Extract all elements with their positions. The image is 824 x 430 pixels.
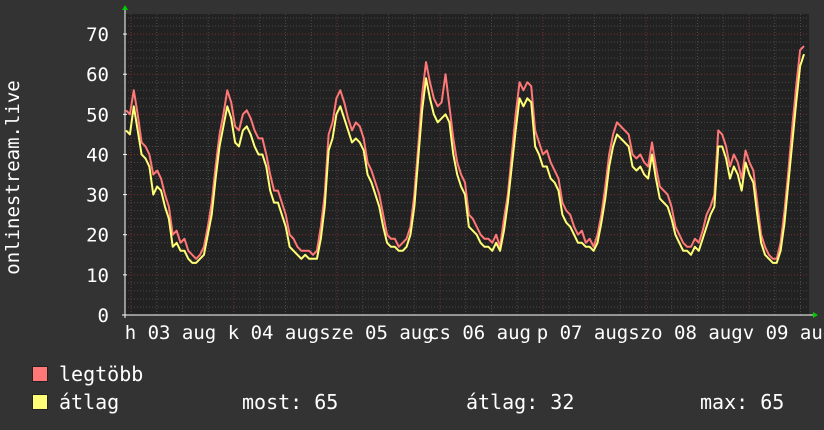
stat-maximum: max: 65 xyxy=(700,390,785,414)
legend-label-max: legtöbb xyxy=(59,362,144,386)
x-tick-label: p 07 aug xyxy=(537,322,629,344)
x-tick-label: h 03 aug xyxy=(125,322,217,344)
y-tick-label: 10 xyxy=(86,265,109,287)
stat-current: most: 65 xyxy=(242,390,339,414)
x-tick-label: v 09 aug xyxy=(743,322,824,344)
legend-row-avg: átlag most: 65 átlag: 32 max: 65 xyxy=(32,391,812,413)
y-tick-label: 70 xyxy=(86,24,109,46)
y-tick-label: 0 xyxy=(98,305,109,327)
y-tick-label: 30 xyxy=(86,185,109,207)
x-tick-label: szo 08 aug xyxy=(628,322,742,344)
y-axis-arrow xyxy=(122,5,128,10)
y-tick-label: 60 xyxy=(86,64,109,86)
x-axis-arrow xyxy=(813,312,818,318)
x-tick-label: k 04 aug xyxy=(228,322,320,344)
y-tick-label: 50 xyxy=(86,104,109,126)
x-tick-label: sze 05 aug xyxy=(319,322,433,344)
y-axis-label: onlinestream.live xyxy=(2,80,24,274)
y-tick-labels: 0 10 20 30 40 50 60 70 xyxy=(86,24,127,327)
plot-area xyxy=(125,14,809,315)
chart-container: 0 10 20 30 40 50 60 70 h 03 aug k 04 aug sze 05 a… xyxy=(0,0,824,430)
x-tick-label: cs 06 aug xyxy=(428,322,531,344)
stat-average: átlag: 32 xyxy=(466,390,575,414)
x-tick-labels: h 03 aug k 04 aug sze 05 augcs 06 aug p 07 … xyxy=(125,322,824,344)
legend-label-avg: átlag xyxy=(59,390,120,414)
legend-swatch-max xyxy=(32,366,48,382)
y-tick-label: 20 xyxy=(86,225,109,247)
legend-swatch-avg xyxy=(32,394,48,410)
y-tick-label: 40 xyxy=(86,144,109,166)
